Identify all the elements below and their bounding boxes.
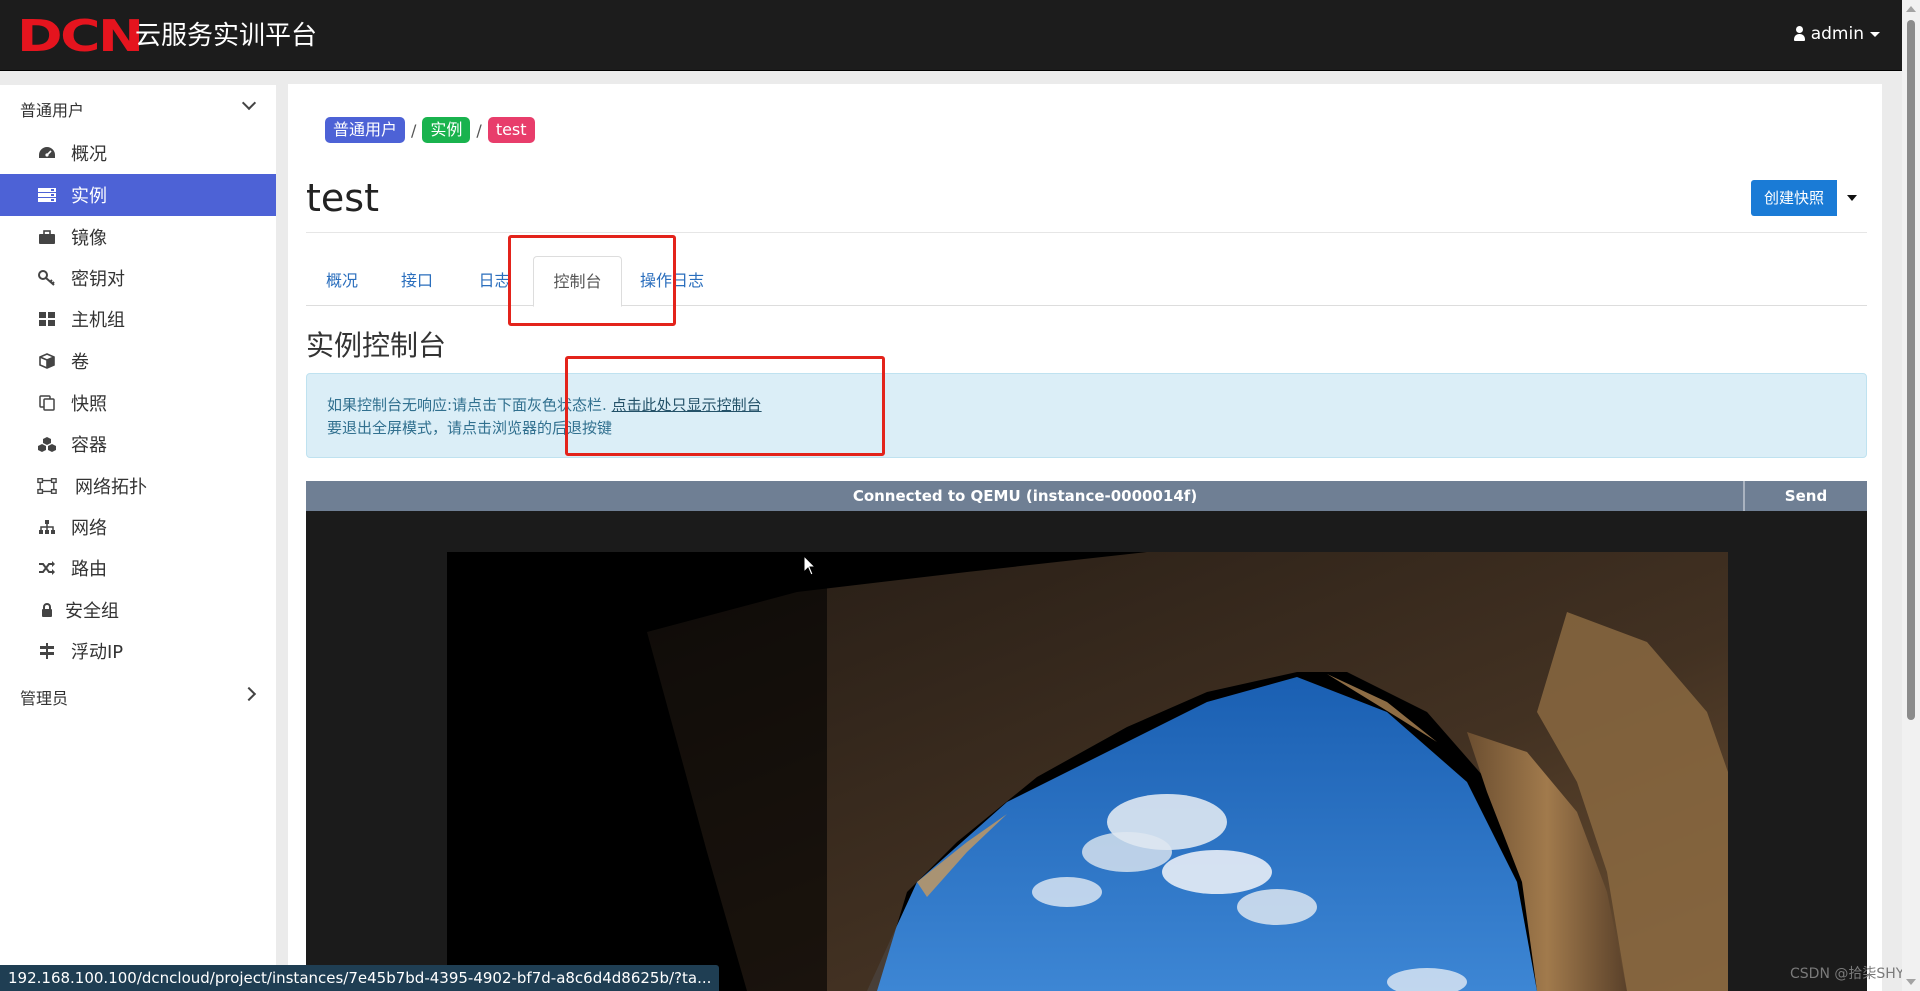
brand-logo[interactable]: DCN 云服务实训平台	[17, 15, 317, 59]
alert-line-1: 如果控制台无响应:请点击下面灰色状态栏. 点击此处只显示控制台	[327, 394, 1846, 417]
topology-icon	[37, 477, 57, 495]
page-scrollbar[interactable]	[1902, 0, 1920, 991]
dcn-logo-mark: DCN	[17, 11, 144, 62]
server-icon	[37, 186, 57, 204]
tab-overview[interactable]: 概况	[306, 256, 378, 306]
sidebar-item-label: 概况	[71, 144, 107, 165]
sidebar-item-overview[interactable]: 概况	[0, 132, 276, 174]
caret-down-icon	[1847, 195, 1858, 201]
console-only-link[interactable]: 点击此处只显示控制台	[612, 396, 762, 414]
scroll-down-arrow-icon[interactable]	[1906, 979, 1916, 985]
chevron-right-icon	[241, 686, 257, 702]
console-status-text: Connected to QEMU (instance-0000014f)	[852, 487, 1198, 505]
sidebar-item-instances[interactable]: 实例	[0, 174, 276, 216]
platform-name: 云服务实训平台	[135, 21, 318, 51]
sidebar-item-floating-ips[interactable]: 浮动IP	[0, 630, 276, 672]
sidebar-item-label: 镜像	[71, 228, 107, 249]
console-section-title: 实例控制台	[306, 329, 447, 362]
cave-wallpaper-image	[447, 552, 1728, 991]
sidebar-item-label: 安全组	[65, 601, 119, 622]
console-status-bar[interactable]: Connected to QEMU (instance-0000014f) Se…	[306, 481, 1867, 535]
divider	[306, 232, 1867, 233]
instance-tabs: 概况 接口 日志 控制台 操作日志	[306, 256, 1867, 307]
sidebar-item-label: 浮动IP	[71, 642, 124, 663]
sidebar-item-label: 网络拓扑	[75, 477, 147, 498]
grid-icon	[37, 310, 57, 328]
user-menu[interactable]: admin	[1793, 24, 1880, 44]
sidebar-item-label: 主机组	[71, 310, 125, 331]
lock-icon	[37, 601, 57, 619]
snapshot-dropdown-toggle[interactable]	[1837, 180, 1867, 216]
vm-desktop-screen[interactable]	[447, 552, 1728, 991]
create-snapshot-button[interactable]: 创建快照	[1751, 180, 1838, 216]
sidebar-item-label: 密钥对	[71, 269, 125, 290]
browser-status-url: 192.168.100.100/dcncloud/project/instanc…	[0, 965, 720, 991]
caret-down-icon	[1870, 31, 1880, 37]
sidebar-item-keypairs[interactable]: 密钥对	[0, 257, 276, 299]
sidebar-item-network-topology[interactable]: 网络拓扑	[0, 465, 276, 507]
tab-interfaces[interactable]: 接口	[378, 256, 456, 306]
sidebar-section-admin[interactable]: 管理员	[0, 683, 276, 711]
breadcrumb-separator: /	[411, 120, 417, 140]
sidebar-item-label: 网络	[71, 518, 107, 539]
mouse-cursor-icon	[803, 554, 817, 581]
cube-icon	[37, 352, 57, 370]
tab-log[interactable]: 日志	[456, 256, 533, 306]
scrollbar-thumb[interactable]	[1907, 20, 1915, 720]
sidebar-item-volumes[interactable]: 卷	[0, 340, 276, 382]
sidebar: 普通用户 概况 实例 镜像 密钥对 主机组 卷 快照 容器 网络拓扑 网络 路由…	[0, 85, 276, 991]
console-info-alert: 如果控制台无响应:请点击下面灰色状态栏. 点击此处只显示控制台 要退出全屏模式，…	[306, 373, 1867, 458]
sidebar-item-host-groups[interactable]: 主机组	[0, 298, 276, 340]
sidebar-item-security-groups[interactable]: 安全组	[0, 589, 276, 631]
sidebar-section-label: 普通用户	[20, 101, 85, 120]
sidebar-item-label: 路由	[71, 559, 107, 580]
chevron-down-icon	[241, 95, 257, 111]
tab-action-log[interactable]: 操作日志	[622, 256, 722, 306]
sidebar-item-containers[interactable]: 容器	[0, 423, 276, 465]
copy-icon	[37, 394, 57, 412]
breadcrumb: 普通用户 / 实例 / test	[325, 117, 535, 143]
sidebar-item-snapshots[interactable]: 快照	[0, 382, 276, 424]
briefcase-icon	[37, 228, 57, 246]
breadcrumb-item-user[interactable]: 普通用户	[325, 117, 406, 143]
sidebar-item-label: 实例	[71, 186, 107, 207]
breadcrumb-item-current: test	[487, 117, 535, 143]
sidebar-item-label: 卷	[71, 352, 89, 373]
tab-console[interactable]: 控制台	[533, 256, 622, 307]
dashboard-icon	[37, 144, 57, 162]
breadcrumb-item-instances[interactable]: 实例	[422, 117, 471, 143]
top-navbar: DCN 云服务实训平台 admin	[0, 0, 1920, 71]
csdn-watermark: CSDN @拾柒SHY	[1790, 966, 1905, 982]
breadcrumb-separator: /	[476, 120, 482, 140]
sidebar-item-routers[interactable]: 路由	[0, 547, 276, 589]
signpost-icon	[37, 642, 57, 660]
scroll-up-arrow-icon[interactable]	[1906, 6, 1916, 12]
create-snapshot-group: 创建快照	[1751, 180, 1867, 216]
user-menu-label: admin	[1810, 24, 1864, 44]
cubes-icon	[37, 435, 57, 453]
sidebar-item-networks[interactable]: 网络	[0, 506, 276, 548]
sidebar-section-label: 管理员	[20, 689, 69, 708]
alert-text: 如果控制台无响应:请点击下面灰色状态栏.	[327, 396, 607, 414]
random-icon	[37, 559, 57, 577]
page-title: test	[306, 176, 379, 220]
alert-line-2: 要退出全屏模式，请点击浏览器的后退按键	[327, 419, 613, 437]
key-icon	[37, 269, 57, 287]
vnc-console[interactable]	[306, 511, 1867, 991]
user-icon	[1793, 26, 1805, 42]
sidebar-section-user[interactable]: 普通用户	[0, 95, 276, 123]
sidebar-item-images[interactable]: 镜像	[0, 216, 276, 258]
sitemap-icon	[37, 518, 57, 536]
sidebar-item-label: 快照	[71, 394, 107, 415]
send-ctrl-alt-del-button[interactable]: Send CtrlAltDel	[1743, 481, 1867, 535]
content-card: 普通用户 / 实例 / test test 创建快照 概况 接口 日志 控制台 …	[288, 84, 1882, 991]
sidebar-item-label: 容器	[71, 435, 107, 456]
